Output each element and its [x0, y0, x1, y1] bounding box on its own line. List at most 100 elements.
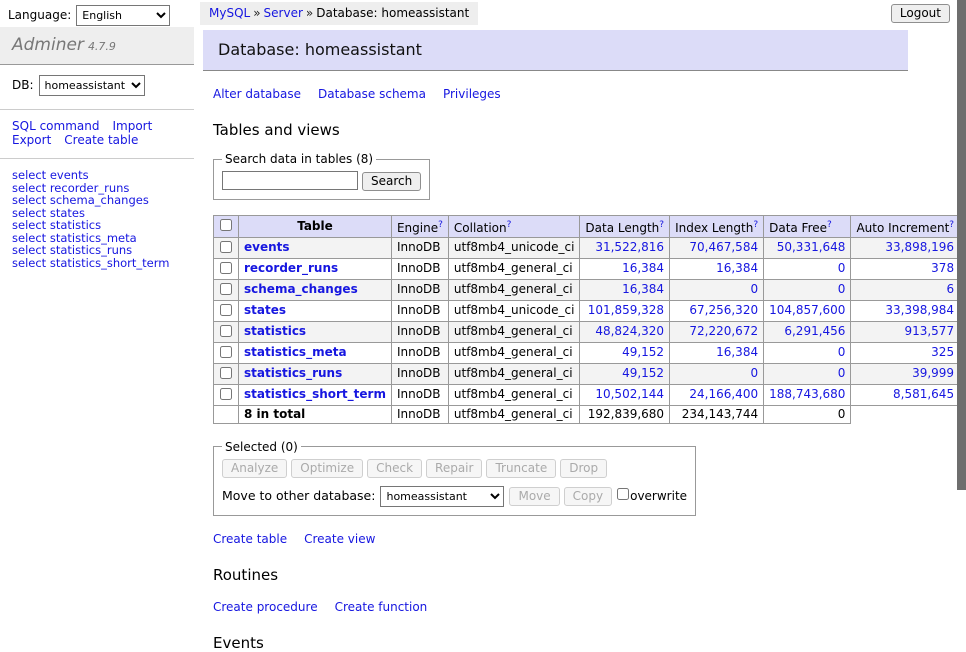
data-length-link[interactable]: 31,522,816 [595, 240, 664, 254]
row-checkbox[interactable] [220, 346, 232, 358]
help-icon[interactable]: ? [827, 220, 832, 230]
help-icon[interactable]: ? [438, 220, 443, 230]
sidebar-item-select-statistics[interactable]: select statistics [12, 219, 182, 232]
create-procedure-link[interactable]: Create procedure [213, 600, 318, 614]
sidebar-item-sql-command[interactable]: SQL command [12, 119, 99, 133]
move-button[interactable]: Move [509, 487, 559, 506]
auto-increment-link[interactable]: 33,398,984 [885, 303, 954, 317]
index-length-link[interactable]: 70,467,584 [689, 240, 758, 254]
sidebar-item-select-statistics-runs[interactable]: select statistics_runs [12, 244, 182, 257]
alter-database-link[interactable]: Alter database [213, 87, 301, 101]
privileges-link[interactable]: Privileges [443, 87, 501, 101]
db-select[interactable]: homeassistant [39, 75, 145, 96]
data-free-link[interactable]: 0 [838, 282, 846, 296]
row-checkbox[interactable] [220, 388, 232, 400]
table-row-events: events InnoDB utf8mb4_unicode_ci 31,522,… [214, 237, 966, 258]
auto-increment-link[interactable]: 325 [931, 345, 954, 359]
database-action-links: Alter database Database schema Privileges [213, 87, 908, 101]
selected-legend: Selected (0) [222, 440, 301, 454]
select-all-checkbox[interactable] [220, 219, 232, 231]
data-free-link[interactable]: 0 [838, 366, 846, 380]
help-icon[interactable]: ? [949, 220, 954, 230]
total-label: 8 in total [239, 405, 392, 423]
auto-increment-link[interactable]: 378 [931, 261, 954, 275]
row-checkbox[interactable] [220, 241, 232, 253]
total-data-length: 192,839,680 [580, 405, 670, 423]
create-table-link[interactable]: Create table [213, 532, 287, 546]
index-length-link[interactable]: 0 [750, 366, 758, 380]
row-checkbox[interactable] [220, 325, 232, 337]
auto-increment-link[interactable]: 913,577 [904, 324, 954, 338]
data-free-link[interactable]: 50,331,648 [777, 240, 846, 254]
data-length-link[interactable]: 49,152 [622, 345, 664, 359]
create-function-link[interactable]: Create function [335, 600, 428, 614]
scrollbar-thumb[interactable] [957, 0, 966, 490]
row-checkbox[interactable] [220, 367, 232, 379]
search-input[interactable] [222, 171, 358, 190]
data-free-link[interactable]: 6,291,456 [784, 324, 845, 338]
sidebar-item-select-events[interactable]: select events [12, 169, 182, 182]
data-length-link[interactable]: 48,824,320 [595, 324, 664, 338]
app-version: 4.7.9 [88, 40, 116, 53]
breadcrumb-link-mysql[interactable]: MySQL [209, 6, 250, 20]
table-link[interactable]: statistics_meta [244, 345, 347, 359]
drop-button[interactable]: Drop [560, 459, 607, 478]
repair-button[interactable]: Repair [426, 459, 482, 478]
help-icon[interactable]: ? [507, 220, 512, 230]
copy-button[interactable]: Copy [564, 487, 612, 506]
routines-heading: Routines [213, 566, 908, 584]
row-checkbox[interactable] [220, 283, 232, 295]
sidebar-item-import[interactable]: Import [112, 119, 152, 133]
language-select[interactable]: English [76, 5, 170, 26]
auto-increment-link[interactable]: 8,581,645 [893, 387, 954, 401]
index-length-link[interactable]: 0 [750, 282, 758, 296]
table-link[interactable]: statistics_runs [244, 366, 342, 380]
row-checkbox[interactable] [220, 304, 232, 316]
row-checkbox[interactable] [220, 262, 232, 274]
sidebar-item-export[interactable]: Export [12, 133, 51, 147]
sidebar-item-select-schema-changes[interactable]: select schema_changes [12, 194, 182, 207]
create-view-link[interactable]: Create view [304, 532, 375, 546]
data-free-link[interactable]: 104,857,600 [769, 303, 845, 317]
data-free-link[interactable]: 188,743,680 [769, 387, 845, 401]
move-db-select[interactable]: homeassistant [380, 486, 504, 507]
data-length-link[interactable]: 10,502,144 [595, 387, 664, 401]
table-link[interactable]: recorder_runs [244, 261, 338, 275]
overwrite-checkbox[interactable] [617, 488, 629, 500]
index-length-link[interactable]: 67,256,320 [689, 303, 758, 317]
data-length-link[interactable]: 16,384 [622, 282, 664, 296]
data-length-link[interactable]: 16,384 [622, 261, 664, 275]
table-link[interactable]: states [244, 303, 286, 317]
table-link[interactable]: events [244, 240, 290, 254]
sidebar-item-select-statistics-short-term[interactable]: select statistics_short_term [12, 257, 182, 270]
table-link[interactable]: schema_changes [244, 282, 358, 296]
search-button[interactable]: Search [362, 172, 421, 191]
optimize-button[interactable]: Optimize [291, 459, 363, 478]
total-row: 8 in total InnoDB utf8mb4_general_ci 192… [214, 405, 966, 423]
index-length-link[interactable]: 24,166,400 [689, 387, 758, 401]
database-schema-link[interactable]: Database schema [318, 87, 426, 101]
truncate-button[interactable]: Truncate [486, 459, 556, 478]
logout-button[interactable]: Logout [891, 4, 950, 23]
table-link[interactable]: statistics [244, 324, 306, 338]
data-length-link[interactable]: 49,152 [622, 366, 664, 380]
auto-increment-link[interactable]: 39,999 [912, 366, 954, 380]
help-icon[interactable]: ? [753, 220, 758, 230]
data-free-link[interactable]: 0 [838, 345, 846, 359]
sidebar-item-create-table[interactable]: Create table [64, 133, 138, 147]
breadcrumb-link-server[interactable]: Server [264, 6, 303, 20]
auto-increment-link[interactable]: 33,898,196 [885, 240, 954, 254]
index-length-link[interactable]: 16,384 [716, 345, 758, 359]
table-link[interactable]: statistics_short_term [244, 387, 386, 401]
engine-cell: InnoDB [391, 321, 448, 342]
data-free-link[interactable]: 0 [838, 261, 846, 275]
data-length-link[interactable]: 101,859,328 [588, 303, 664, 317]
check-button[interactable]: Check [367, 459, 422, 478]
index-length-link[interactable]: 72,220,672 [689, 324, 758, 338]
analyze-button[interactable]: Analyze [222, 459, 287, 478]
index-length-link[interactable]: 16,384 [716, 261, 758, 275]
help-icon[interactable]: ? [659, 220, 664, 230]
engine-cell: InnoDB [391, 300, 448, 321]
vertical-scrollbar[interactable] [957, 0, 966, 543]
auto-increment-link[interactable]: 6 [946, 282, 954, 296]
